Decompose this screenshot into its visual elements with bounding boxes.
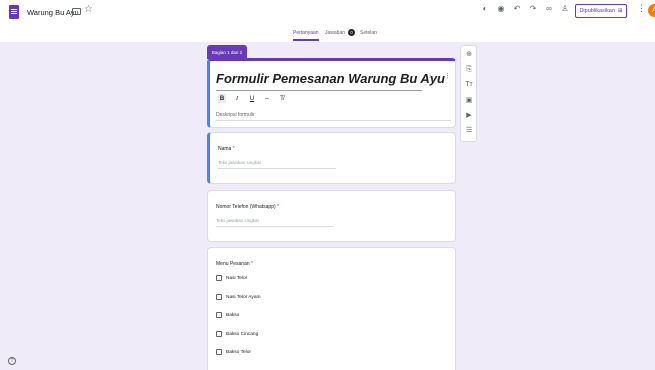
star-icon[interactable]: ☆ [84, 5, 93, 15]
question-label: Menu Pesanan * [216, 261, 253, 267]
description-underline [216, 120, 451, 121]
tab-settings[interactable]: Setelan [360, 30, 377, 36]
help-icon[interactable]: ? [8, 357, 16, 365]
preview-icon[interactable]: ◉ [497, 5, 505, 13]
publish-button[interactable]: Dipublikasikan ⊞ [575, 4, 627, 18]
checkbox-option[interactable]: Bakso Telor [216, 349, 251, 355]
question-title: Menu Pesanan [216, 261, 250, 267]
clear-format-button[interactable]: T̸ [278, 94, 286, 103]
question-card[interactable]: Nama * Teks jawaban singkat [207, 132, 456, 184]
link-icon[interactable]: ∞ [545, 5, 553, 13]
side-toolbar: ⊕ ⎘ Tт ▣ ▶ ☰ [460, 45, 477, 142]
palette-icon[interactable]: ◐ [481, 5, 489, 13]
responses-count-badge: 0 [348, 29, 355, 36]
form-title[interactable]: Formulir Pemesanan Warung Bu Ayu [216, 71, 445, 86]
short-answer-placeholder: Teks jawaban singkat [216, 218, 259, 223]
question-title: Nama [218, 146, 232, 152]
option-label: Nasi Telor Ayam [226, 294, 261, 300]
more-options-icon[interactable]: ⋮ [444, 72, 451, 80]
question-card[interactable]: Menu Pesanan * Nasi Telor Nasi Telor Aya… [207, 247, 456, 370]
required-marker: * [232, 146, 235, 152]
add-video-icon[interactable]: ▶ [464, 111, 474, 121]
answer-underline [218, 168, 336, 169]
required-marker: * [251, 261, 253, 267]
option-label: Bakso Telor [226, 349, 251, 355]
checkbox[interactable] [216, 312, 222, 318]
italic-button[interactable]: I [233, 94, 241, 103]
undo-icon[interactable]: ↶ [513, 5, 521, 13]
checkbox-option[interactable]: Nasi Telor Ayam [216, 294, 260, 300]
toolbar-icons: ◐ ◉ ↶ ↷ ∞ ♙ [481, 5, 569, 13]
answer-underline [216, 226, 334, 227]
checkbox-option[interactable]: Nasi Telor [216, 275, 247, 281]
redo-icon[interactable]: ↷ [529, 5, 537, 13]
section-tag: Bagian 1 dari 2 [207, 45, 247, 59]
publish-label: Dipublikasikan [579, 8, 615, 14]
question-title: Nomor Telefon (Whatsapp) [216, 204, 276, 210]
import-questions-icon[interactable]: ⎘ [464, 65, 474, 75]
title-underline [216, 90, 422, 91]
underline-button[interactable]: U [248, 94, 256, 103]
document-title[interactable]: Warung Bu Ayu [27, 8, 79, 17]
option-label: Bakso Cincang [226, 331, 259, 337]
drag-handle-icon[interactable]: ⁝ [429, 72, 431, 80]
add-collaborator-icon[interactable]: ♙ [561, 5, 569, 13]
add-question-icon[interactable]: ⊕ [464, 50, 474, 60]
format-toolbar: B I U ⇔ T̸ [218, 94, 286, 103]
option-label: Bakso [226, 312, 240, 318]
more-options-icon[interactable]: ⋮ [637, 4, 646, 13]
question-label: Nama * [218, 146, 235, 152]
form-description-field[interactable]: Deskripsi formulir [216, 112, 255, 118]
avatar[interactable]: A [648, 4, 655, 17]
checkbox[interactable] [216, 349, 222, 355]
bold-button[interactable]: B [218, 94, 226, 103]
tab-responses[interactable]: Jawaban [325, 30, 345, 36]
checkbox[interactable] [216, 275, 222, 281]
top-bar: Warung Bu Ayu ☆ ◐ ◉ ↶ ↷ ∞ ♙ Dipublikasik… [0, 0, 655, 42]
checkbox-option[interactable]: Bakso Cincang [216, 331, 258, 337]
link-button[interactable]: ⇔ [263, 94, 271, 103]
form-title-card[interactable]: Formulir Pemesanan Warung Bu Ayu ⁝ ⋮ B I… [207, 58, 456, 128]
tab-questions[interactable]: Pertanyaan [293, 30, 319, 41]
checkbox[interactable] [216, 294, 222, 300]
required-marker: * [277, 204, 279, 210]
option-label: Nasi Telor [226, 275, 248, 281]
checkbox-option[interactable]: Bakso [216, 312, 239, 318]
add-image-icon[interactable]: ▣ [464, 96, 474, 106]
add-title-icon[interactable]: Tт [464, 80, 474, 90]
publish-settings-icon: ⊞ [617, 8, 623, 14]
question-label: Nomor Telefon (Whatsapp) * [216, 204, 279, 210]
question-card[interactable]: Nomor Telefon (Whatsapp) * Teks jawaban … [207, 190, 456, 242]
tabs: Pertanyaan Jawaban 0 Setelan [0, 28, 655, 42]
forms-app-icon[interactable] [9, 5, 19, 19]
short-answer-placeholder: Teks jawaban singkat [218, 160, 261, 165]
add-section-icon[interactable]: ☰ [464, 126, 474, 136]
checkbox[interactable] [216, 331, 222, 337]
folder-icon[interactable] [72, 8, 81, 15]
